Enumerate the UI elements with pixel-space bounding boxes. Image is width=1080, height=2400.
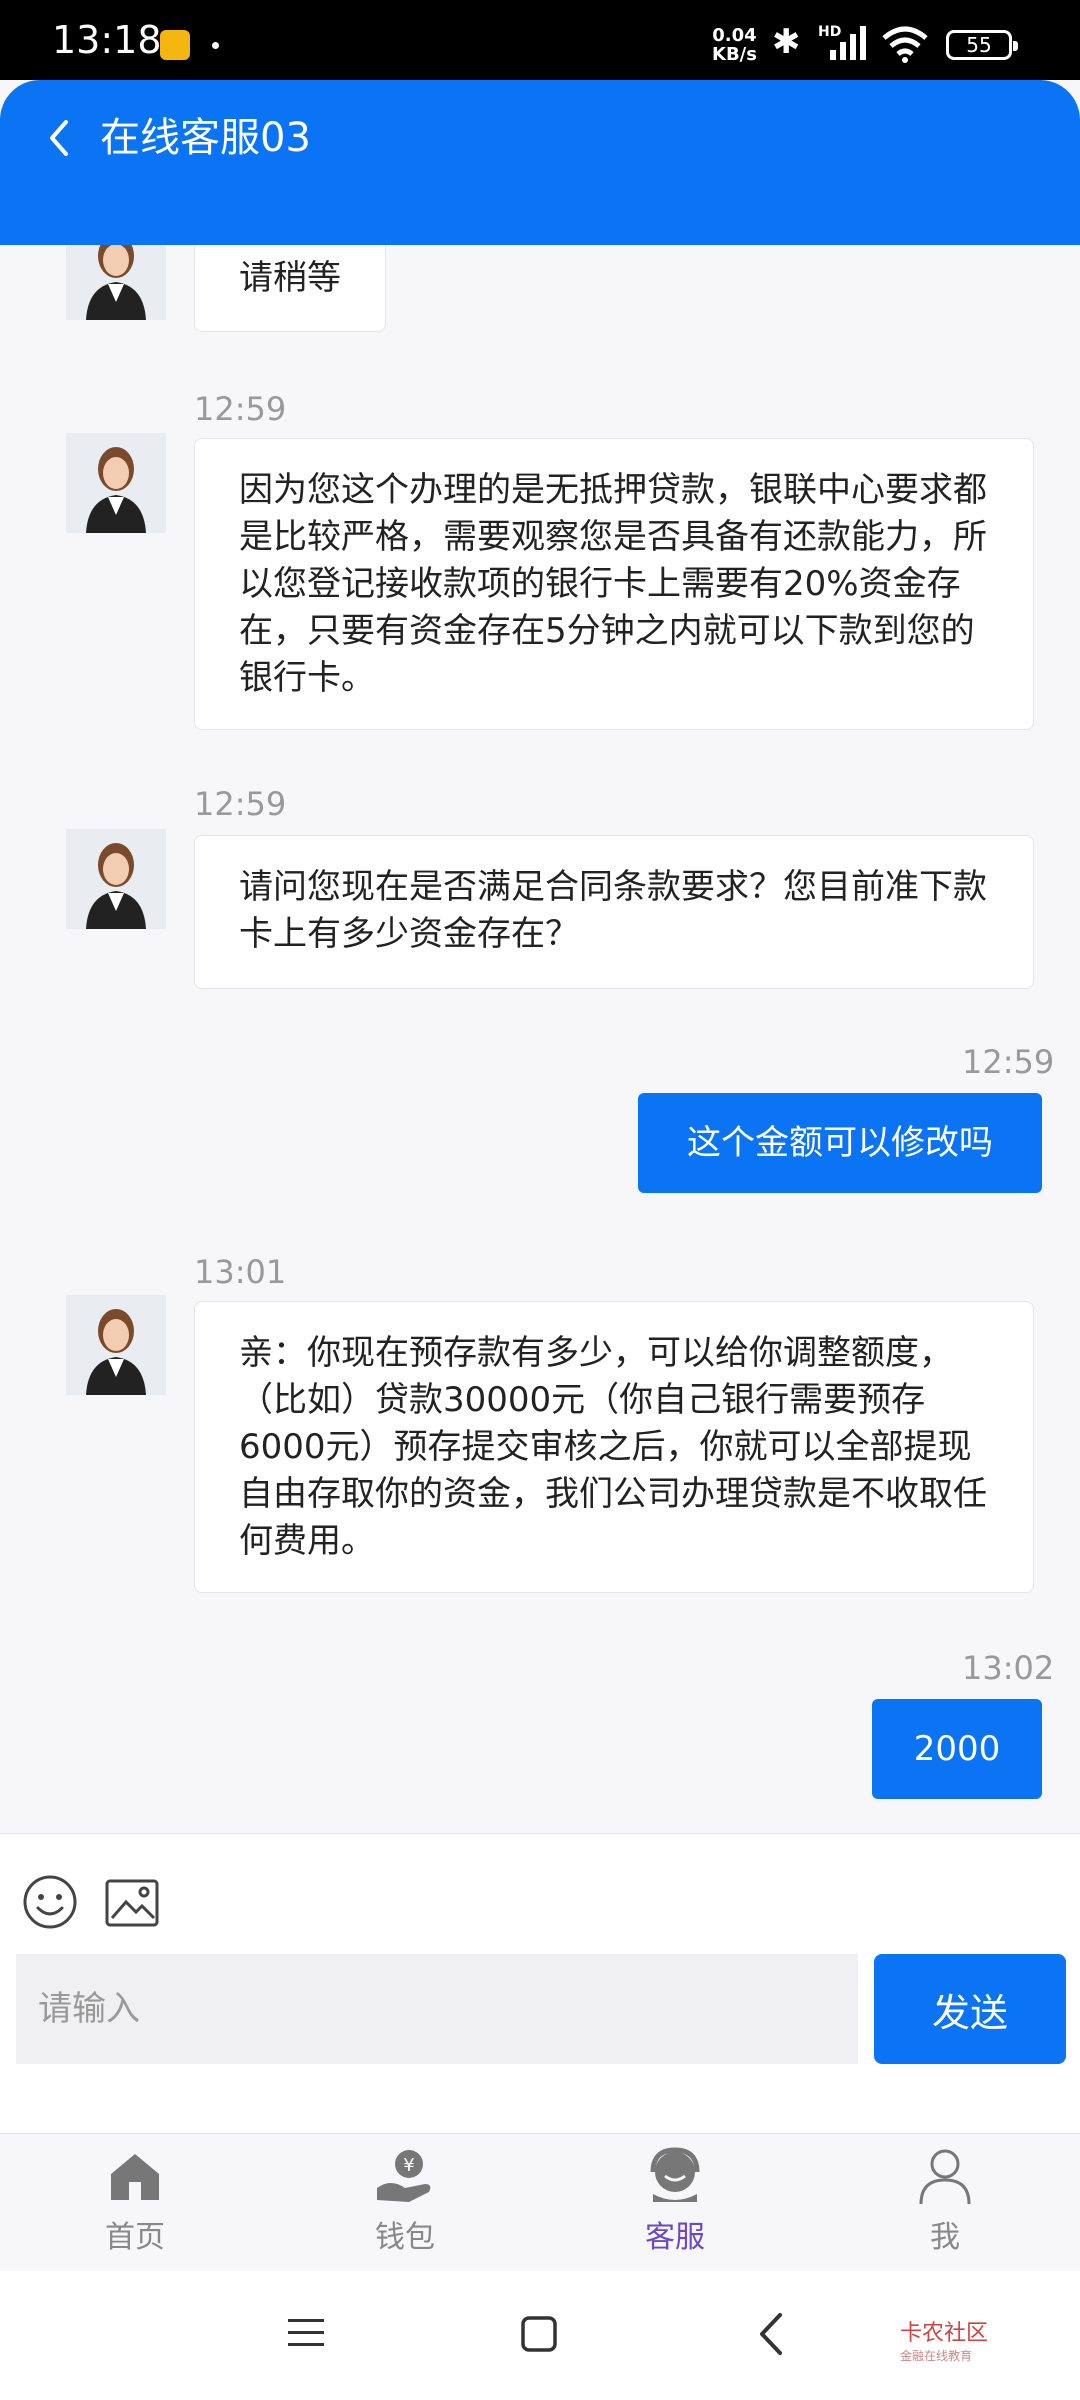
bottom-navigation: 首页 ¥ 钱包 客服 我 (0, 2133, 1080, 2272)
watermark-title: 卡农社区 (900, 2321, 989, 2346)
agent-avatar (66, 245, 166, 320)
wallet-icon: ¥ (377, 2150, 431, 2202)
nav-item-wallet[interactable]: ¥ 钱包 (330, 2144, 480, 2264)
agent-message-bubble: 因为您这个办理的是无抵押贷款，银联中心要求都是比较严格，需要观察您是否具备有还款… (194, 438, 1034, 730)
send-button[interactable]: 发送 (874, 1954, 1066, 2064)
message-timestamp: 12:59 (194, 390, 287, 428)
message-input[interactable] (16, 1954, 858, 2064)
agent-avatar (66, 829, 166, 929)
message-text: 请问您现在是否满足合同条款要求？您目前准下款卡上有多少资金存在？ (239, 867, 987, 954)
status-bar: 13:18 0.04 KB/s ✱ HD 55 (0, 0, 1080, 80)
notification-dot-icon (212, 42, 219, 49)
nav-label: 我 (930, 2220, 960, 2255)
agent-message-bubble: 请稍等 (194, 245, 386, 332)
network-speed: 0.04 KB/s (712, 26, 757, 64)
message-timestamp: 13:01 (194, 1253, 287, 1291)
bluetooth-icon: ✱ (772, 22, 801, 62)
user-message-bubble: 这个金额可以修改吗 (638, 1093, 1042, 1193)
chat-message-list[interactable]: 请稍等 12:59 因为您这个办理的是无抵押贷款，银联中心要求都是比较严格，需要… (0, 245, 1080, 1833)
status-time: 13:18 (52, 18, 162, 62)
network-speed-unit: KB/s (712, 44, 757, 65)
agent-message-bubble: 请问您现在是否满足合同条款要求？您目前准下款卡上有多少资金存在？ (194, 835, 1034, 989)
watermark-subtitle: 金融在线教育 (900, 2349, 973, 2363)
watermark-logo: 卡农社区 金融在线教育 (900, 2315, 988, 2364)
signal-icon (830, 26, 866, 60)
customer-service-icon (650, 2147, 700, 2202)
wifi-icon (882, 26, 928, 63)
image-icon[interactable] (104, 1878, 160, 1928)
svg-text:¥: ¥ (403, 2155, 414, 2176)
nav-label: 客服 (645, 2220, 705, 2255)
message-text: 请稍等 (239, 258, 341, 298)
home-button-icon[interactable] (520, 2315, 558, 2353)
notification-app-icon (160, 30, 190, 60)
system-back-icon[interactable] (756, 2311, 788, 2357)
home-icon (111, 2154, 159, 2200)
agent-message-bubble: 亲：你现在预存款有多少，可以给你调整额度，（比如）贷款30000元（你自己银行需… (194, 1301, 1034, 1593)
message-timestamp: 12:59 (962, 1043, 1055, 1081)
user-message-bubble: 2000 (872, 1699, 1042, 1799)
emoji-icon[interactable] (22, 1874, 78, 1930)
nav-label: 钱包 (375, 2220, 435, 2255)
message-text: 2000 (913, 1729, 1001, 1769)
battery-icon: 55 (946, 30, 1018, 60)
agent-avatar (66, 1295, 166, 1395)
system-navigation-bar: 卡农社区 金融在线教育 (0, 2271, 1080, 2400)
chat-title: 在线客服03 (100, 115, 311, 161)
back-arrow-icon[interactable] (40, 110, 76, 166)
network-speed-value: 0.04 (712, 25, 757, 46)
nav-label: 首页 (105, 2220, 165, 2255)
nav-item-home[interactable]: 首页 (60, 2144, 210, 2264)
agent-avatar (66, 433, 166, 533)
message-timestamp: 12:59 (194, 785, 287, 823)
message-text: 因为您这个办理的是无抵押贷款，银联中心要求都是比较严格，需要观察您是否具备有还款… (239, 470, 987, 698)
profile-icon (919, 2149, 971, 2205)
recent-apps-icon[interactable] (286, 2313, 326, 2353)
message-timestamp: 13:02 (962, 1649, 1055, 1687)
nav-item-customer-service[interactable]: 客服 (600, 2144, 750, 2264)
message-text: 亲：你现在预存款有多少，可以给你调整额度，（比如）贷款30000元（你自己银行需… (239, 1333, 987, 1561)
nav-item-profile[interactable]: 我 (870, 2144, 1020, 2264)
chat-header: 在线客服03 (0, 80, 1080, 245)
message-composer: 发送 (0, 1833, 1080, 2134)
message-text: 这个金额可以修改吗 (687, 1123, 993, 1163)
